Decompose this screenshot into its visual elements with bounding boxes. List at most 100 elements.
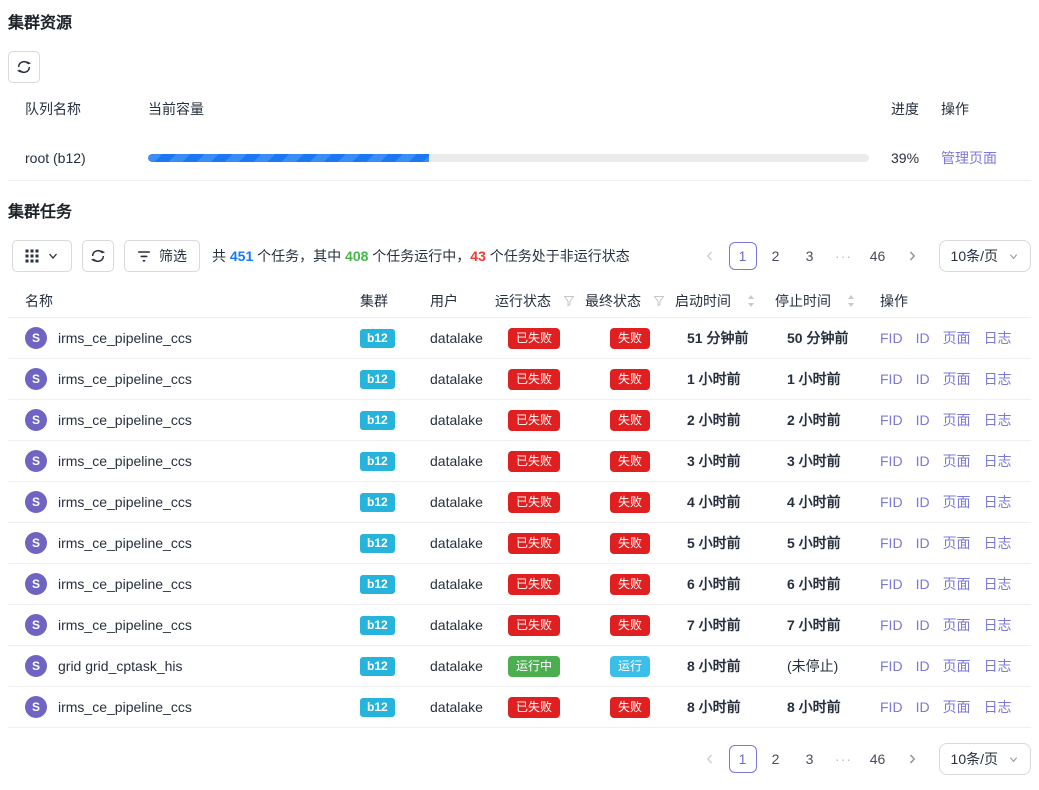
stop-time: 3 小时前 xyxy=(775,451,875,471)
user-cell: datalake xyxy=(425,535,495,551)
page-link[interactable]: 页面 xyxy=(943,494,971,510)
log-link[interactable]: 日志 xyxy=(984,658,1012,674)
fid-link[interactable]: FID xyxy=(880,412,903,428)
page-link[interactable]: 页面 xyxy=(943,699,971,715)
pagination-bottom-row: 1 2 3 ··· 46 10条/页 xyxy=(8,743,1031,775)
log-link[interactable]: 日志 xyxy=(984,494,1012,510)
cluster-badge: b12 xyxy=(360,657,395,676)
next-page-button[interactable] xyxy=(897,242,927,270)
run-status-badge: 已失败 xyxy=(508,574,560,595)
id-link[interactable]: ID xyxy=(916,699,930,715)
final-status-badge: 失败 xyxy=(610,492,650,513)
fid-link[interactable]: FID xyxy=(880,699,903,715)
page-button-1[interactable]: 1 xyxy=(729,242,757,270)
stop-time: 8 小时前 xyxy=(775,697,875,717)
page-link[interactable]: 页面 xyxy=(943,576,971,592)
avatar: S xyxy=(25,655,47,677)
id-link[interactable]: ID xyxy=(916,330,930,346)
actions-header: 操作 xyxy=(875,291,1031,311)
page-button-3[interactable]: 3 xyxy=(795,745,825,773)
fid-link[interactable]: FID xyxy=(880,535,903,551)
user-cell: datalake xyxy=(425,699,495,715)
page-button-1[interactable]: 1 xyxy=(729,745,757,773)
next-page-button[interactable] xyxy=(897,745,927,773)
run-status-badge: 已失败 xyxy=(508,410,560,431)
log-link[interactable]: 日志 xyxy=(984,576,1012,592)
task-name: irms_ce_pipeline_ccs xyxy=(58,699,192,715)
run-status-header: 运行状态 xyxy=(495,291,585,311)
pagination-bottom: 1 2 3 ··· 46 10条/页 xyxy=(695,743,1031,775)
running-count: 408 xyxy=(345,248,368,264)
id-link[interactable]: ID xyxy=(916,371,930,387)
page-link[interactable]: 页面 xyxy=(943,453,971,469)
pagination-ellipsis[interactable]: ··· xyxy=(829,745,859,773)
filter-button[interactable]: 筛选 xyxy=(124,240,200,272)
page-size-select[interactable]: 10条/页 xyxy=(939,743,1031,775)
id-link[interactable]: ID xyxy=(916,412,930,428)
resources-refresh-button[interactable] xyxy=(8,51,40,83)
cluster-badge: b12 xyxy=(360,411,395,430)
page-button-2[interactable]: 2 xyxy=(761,745,791,773)
run-status-badge: 已失败 xyxy=(508,533,560,554)
page-link[interactable]: 页面 xyxy=(943,617,971,633)
page-link[interactable]: 页面 xyxy=(943,658,971,674)
page: 集群资源 队列名称 当前容量 进度 操作 root (b12) 39% 管理页面… xyxy=(0,0,1039,785)
queue-name-header: 队列名称 xyxy=(8,99,148,119)
prev-page-button[interactable] xyxy=(695,242,725,270)
sort-icon[interactable] xyxy=(747,294,755,308)
prev-page-button[interactable] xyxy=(695,745,725,773)
start-time: 8 小时前 xyxy=(675,656,775,676)
log-link[interactable]: 日志 xyxy=(984,699,1012,715)
filter-funnel-icon[interactable] xyxy=(653,295,665,307)
capacity-progress-bar xyxy=(148,154,869,162)
tasks-refresh-button[interactable] xyxy=(82,240,114,272)
id-link[interactable]: ID xyxy=(916,617,930,633)
fid-link[interactable]: FID xyxy=(880,330,903,346)
id-link[interactable]: ID xyxy=(916,576,930,592)
page-button-46[interactable]: 46 xyxy=(863,242,893,270)
page-button-2[interactable]: 2 xyxy=(761,242,791,270)
page-button-3[interactable]: 3 xyxy=(795,242,825,270)
page-link[interactable]: 页面 xyxy=(943,412,971,428)
id-link[interactable]: ID xyxy=(916,658,930,674)
user-cell: datalake xyxy=(425,494,495,510)
cluster-badge: b12 xyxy=(360,616,395,635)
page-button-46[interactable]: 46 xyxy=(863,745,893,773)
page-size-select[interactable]: 10条/页 xyxy=(939,240,1031,272)
id-link[interactable]: ID xyxy=(916,494,930,510)
start-time: 2 小时前 xyxy=(675,410,775,430)
fid-link[interactable]: FID xyxy=(880,658,903,674)
log-link[interactable]: 日志 xyxy=(984,453,1012,469)
filter-funnel-icon[interactable] xyxy=(563,295,575,307)
page-size-value: 10条/页 xyxy=(951,246,998,266)
cluster-badge: b12 xyxy=(360,575,395,594)
log-link[interactable]: 日志 xyxy=(984,412,1012,428)
filter-icon xyxy=(137,250,151,263)
id-link[interactable]: ID xyxy=(916,535,930,551)
task-name: irms_ce_pipeline_ccs xyxy=(58,535,192,551)
final-status-badge: 失败 xyxy=(610,615,650,636)
fid-link[interactable]: FID xyxy=(880,576,903,592)
fid-link[interactable]: FID xyxy=(880,494,903,510)
stop-time: 1 小时前 xyxy=(775,369,875,389)
id-link[interactable]: ID xyxy=(916,453,930,469)
avatar: S xyxy=(25,409,47,431)
manage-page-link[interactable]: 管理页面 xyxy=(941,150,997,166)
sort-icon[interactable] xyxy=(847,294,855,308)
fid-link[interactable]: FID xyxy=(880,371,903,387)
avatar: S xyxy=(25,696,47,718)
page-link[interactable]: 页面 xyxy=(943,371,971,387)
capacity-header: 当前容量 xyxy=(148,99,869,119)
page-link[interactable]: 页面 xyxy=(943,535,971,551)
log-link[interactable]: 日志 xyxy=(984,535,1012,551)
page-link[interactable]: 页面 xyxy=(943,330,971,346)
log-link[interactable]: 日志 xyxy=(984,371,1012,387)
column-settings-button[interactable] xyxy=(12,240,72,272)
log-link[interactable]: 日志 xyxy=(984,330,1012,346)
fid-link[interactable]: FID xyxy=(880,453,903,469)
pagination-ellipsis[interactable]: ··· xyxy=(829,242,859,270)
fid-link[interactable]: FID xyxy=(880,617,903,633)
tasks-table: 名称 集群 用户 运行状态 最终状态 启动时间 停止时间 操作 Sirms_ce… xyxy=(8,284,1031,728)
log-link[interactable]: 日志 xyxy=(984,617,1012,633)
task-name: grid grid_cptask_his xyxy=(58,658,183,674)
